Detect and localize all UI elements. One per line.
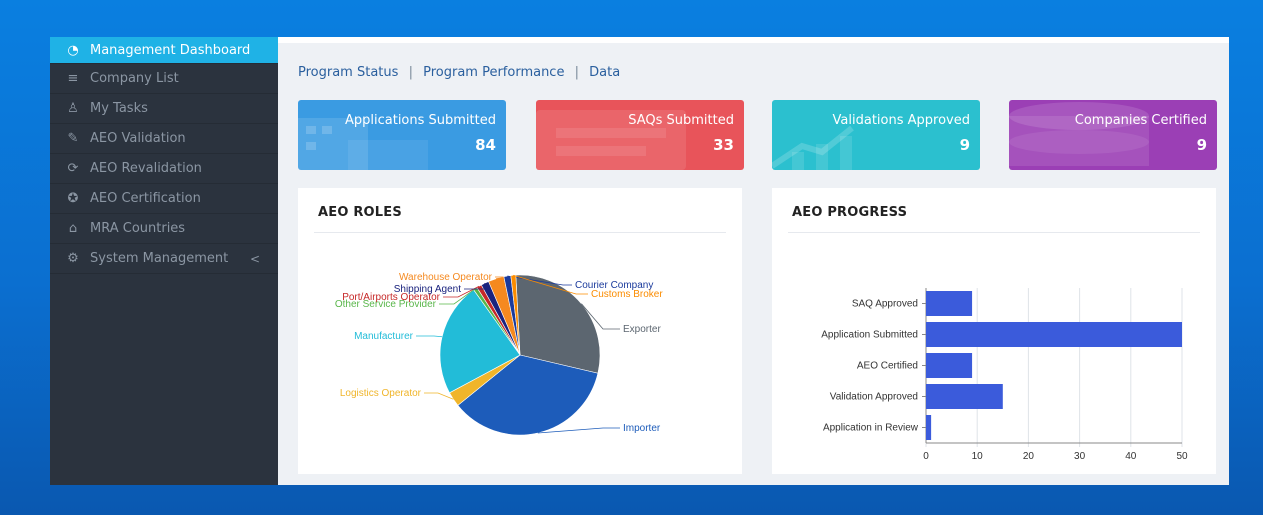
bar <box>926 353 973 378</box>
card-value: 84 <box>475 136 496 154</box>
bar-category-label: Application Submitted <box>821 330 918 341</box>
sidebar-item-mra-countries[interactable]: ⌂ MRA Countries <box>50 214 278 244</box>
tab-separator: | <box>408 65 413 80</box>
sidebar-item-aeo-certification[interactable]: ✪ AEO Certification <box>50 184 278 214</box>
bar-category-label: Application in Review <box>823 423 919 434</box>
validations-approved-card[interactable]: Validations Approved 9 <box>772 100 980 170</box>
pie-slice-label: Manufacturer <box>354 331 414 342</box>
chart-icon <box>772 125 854 170</box>
applications-submitted-card[interactable]: Applications Submitted 84 <box>298 100 506 170</box>
user-icon: ♙ <box>67 101 79 116</box>
bar <box>926 415 932 440</box>
x-tick-label: 0 <box>923 451 929 462</box>
companies-certified-card[interactable]: Companies Certified 9 <box>1009 100 1217 170</box>
bar-category-label: Validation Approved <box>830 392 918 403</box>
sidebar-item-label: Management Dashboard <box>90 42 251 58</box>
app-window: ◔ Management Dashboard ≡ Company List ♙ My Ta… <box>50 37 1229 485</box>
aeo-progress-panel: AEO PROGRESS 0 10 20 30 40 50 SAQ Approved Appl… <box>772 188 1216 474</box>
database-icon <box>1009 102 1149 166</box>
dashboard-icon: ◔ <box>67 42 79 58</box>
program-tabs: Program Status | Program Performance | D… <box>298 65 620 80</box>
sidebar-item-system-management[interactable]: ⚙ System Management < <box>50 244 278 274</box>
pie-leader-line <box>424 392 454 400</box>
gear-icon: ⚙ <box>67 251 79 266</box>
card-label: Companies Certified <box>1074 113 1207 128</box>
sidebar-item-label: AEO Revalidation <box>90 161 202 176</box>
list-icon: ≡ <box>67 71 79 86</box>
x-tick-label: 10 <box>972 451 984 462</box>
card-value: 33 <box>713 136 734 154</box>
sidebar-item-label: AEO Certification <box>90 191 201 206</box>
card-label: Applications Submitted <box>344 113 496 128</box>
certificate-icon: ✪ <box>67 191 79 206</box>
tab-program-status[interactable]: Program Status <box>298 65 398 80</box>
edit-icon: ✎ <box>67 131 79 146</box>
x-tick-label: 50 <box>1176 451 1188 462</box>
pie-slice-label: Logistics Operator <box>340 388 422 399</box>
pie-slice-label: Shipping Agent <box>394 284 462 295</box>
sidebar: ◔ Management Dashboard ≡ Company List ♙ My Ta… <box>50 37 278 485</box>
refresh-icon: ⟳ <box>67 161 79 176</box>
x-tick-label: 30 <box>1074 451 1086 462</box>
bar-category-label: AEO Certified <box>857 361 918 372</box>
card-value: 9 <box>1196 136 1207 154</box>
aeo-roles-pie-chart: Exporter Importer Logistics Operator Manufa… <box>335 272 663 436</box>
sidebar-item-label: System Management <box>90 251 229 266</box>
pie-slice-label: Importer <box>623 423 661 434</box>
x-tick-label: 40 <box>1125 451 1137 462</box>
tab-program-performance[interactable]: Program Performance <box>423 65 564 80</box>
chevron-left-icon: < <box>249 251 260 266</box>
sidebar-item-label: MRA Countries <box>90 221 186 236</box>
aeo-progress-bar-chart: 0 10 20 30 40 50 SAQ Approved Application Submi… <box>821 288 1188 462</box>
x-tick-label: 20 <box>1023 451 1035 462</box>
pie-leader-line <box>416 335 443 338</box>
top-header-strip <box>278 37 1229 43</box>
building-icon <box>298 118 428 170</box>
aeo-roles-panel: AEO ROLES Exporter Importer Logistics Oper… <box>298 188 742 474</box>
sidebar-item-company-list[interactable]: ≡ Company List <box>50 64 278 94</box>
tab-data[interactable]: Data <box>589 65 620 80</box>
bar <box>926 384 1003 409</box>
card-value: 9 <box>959 136 970 154</box>
sidebar-item-label: My Tasks <box>90 101 148 116</box>
bar-category-label: SAQ Approved <box>852 299 918 310</box>
home-icon: ⌂ <box>68 221 78 236</box>
sidebar-item-aeo-validation[interactable]: ✎ AEO Validation <box>50 124 278 154</box>
bar <box>926 291 973 316</box>
pie-slice-label: Warehouse Operator <box>399 272 493 283</box>
sidebar-item-management-dashboard[interactable]: ◔ Management Dashboard <box>50 37 278 64</box>
pie-slice-label: Customs Broker <box>591 289 663 300</box>
sidebar-item-aeo-revalidation[interactable]: ⟳ AEO Revalidation <box>50 154 278 184</box>
sidebar-item-label: AEO Validation <box>90 131 186 146</box>
sidebar-item-my-tasks[interactable]: ♙ My Tasks <box>50 94 278 124</box>
card-label: Validations Approved <box>832 113 970 128</box>
pie-slice-label: Exporter <box>623 324 661 335</box>
main-content: Program Status | Program Performance | D… <box>278 37 1229 485</box>
document-icon <box>536 110 686 170</box>
sidebar-item-label: Company List <box>90 71 179 86</box>
bar <box>926 322 1182 347</box>
card-label: SAQs Submitted <box>628 113 734 128</box>
saqs-submitted-card[interactable]: SAQs Submitted 33 <box>536 100 744 170</box>
tab-separator: | <box>574 65 579 80</box>
